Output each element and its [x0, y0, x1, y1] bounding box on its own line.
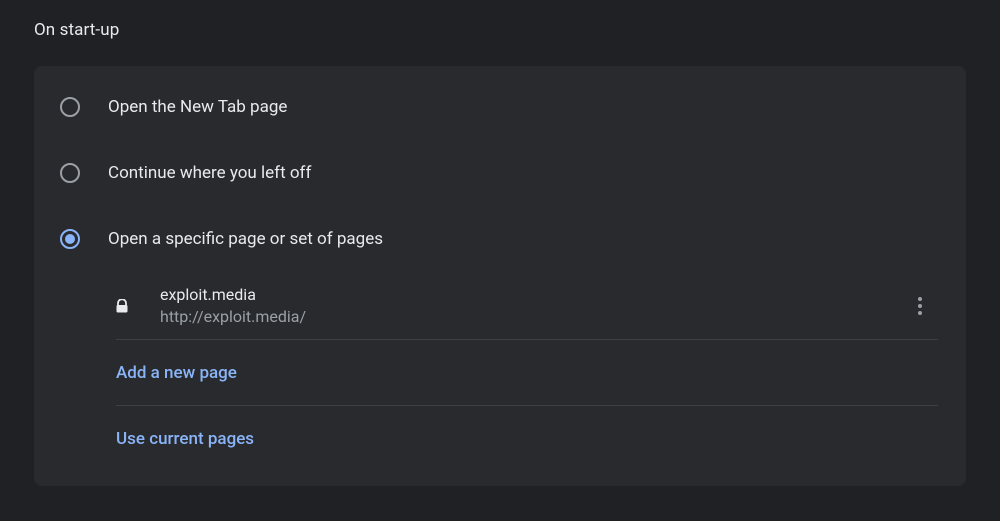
radio-label: Open the New Tab page	[108, 97, 287, 117]
startup-page-url: http://exploit.media/	[160, 306, 902, 328]
startup-card: Open the New Tab page Continue where you…	[34, 66, 966, 486]
radio-option-continue[interactable]: Continue where you left off	[34, 140, 966, 206]
more-actions-button[interactable]	[902, 288, 938, 324]
radio-option-specific-pages[interactable]: Open a specific page or set of pages	[34, 206, 966, 272]
favicon-lock-icon	[116, 299, 160, 313]
add-new-page-button[interactable]: Add a new page	[116, 340, 938, 406]
radio-option-new-tab[interactable]: Open the New Tab page	[34, 74, 966, 140]
vertical-dots-icon	[918, 297, 922, 315]
specific-pages-block: exploit.media http://exploit.media/ Add …	[34, 272, 966, 472]
startup-page-entry: exploit.media http://exploit.media/	[116, 272, 938, 340]
radio-unchecked-icon	[60, 97, 80, 117]
radio-unchecked-icon	[60, 163, 80, 183]
use-current-pages-button[interactable]: Use current pages	[116, 406, 938, 472]
radio-label: Continue where you left off	[108, 163, 311, 183]
add-new-page-label: Add a new page	[116, 363, 237, 383]
startup-page-title: exploit.media	[160, 284, 902, 306]
radio-checked-icon	[60, 229, 80, 249]
radio-label: Open a specific page or set of pages	[108, 229, 383, 249]
use-current-pages-label: Use current pages	[116, 429, 254, 449]
section-title: On start-up	[34, 20, 966, 40]
